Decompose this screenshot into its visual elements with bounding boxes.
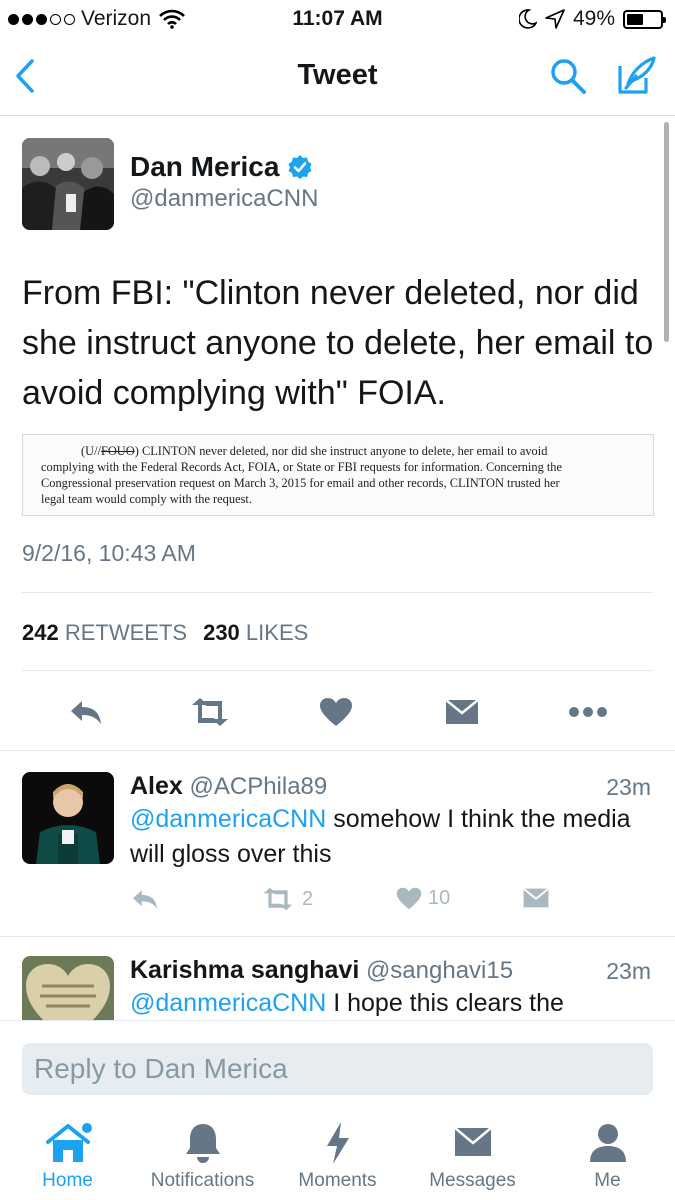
avatar[interactable] [22,772,114,864]
mention-link[interactable]: @danmericaCNN [130,805,326,833]
profile-photo [22,138,114,230]
reply-author-handle: @sanghavi15 [365,957,514,984]
scroll-indicator[interactable] [664,122,669,342]
heart-icon [320,698,352,726]
retweet-stat[interactable]: 242 RETWEETS [22,620,187,646]
reply-text: @danmericaCNN somehow I think the media … [130,805,631,868]
tab-home[interactable]: Home [0,1110,135,1200]
reply-list-clip: Karishma sanghavi @sanghavi15 23m @danme… [0,936,675,1020]
more-options-button[interactable] [566,690,610,734]
avatar[interactable] [22,138,114,230]
tab-label: Home [42,1170,93,1191]
divider [22,592,653,593]
lightning-icon [326,1122,349,1164]
reply-button[interactable] [130,887,160,911]
retweet-button[interactable] [188,690,232,734]
reply-icon [133,890,157,909]
divider [22,670,653,671]
document-line: (U//FOUO) CLINTON never deleted, nor did… [81,444,548,458]
profile-photo [22,956,114,1020]
document-line: complying with the Federal Records Act, … [41,460,562,474]
reply-icon [71,701,101,724]
reply-author-name: Karishma sanghavi [130,956,360,984]
reply-author[interactable]: Karishma sanghavi @sanghavi15 [130,956,513,985]
verified-badge-icon [288,155,312,179]
navigation-bar: Tweet [0,38,675,116]
envelope-icon [453,1127,492,1156]
moon-icon [518,9,537,29]
heart-icon [396,887,422,910]
compose-tweet-icon[interactable] [614,54,658,98]
battery-icon [623,9,666,29]
reply-tweet[interactable]: Karishma sanghavi @sanghavi15 23m @danme… [0,936,675,1020]
like-label: LIKES [245,620,309,645]
status-bar: Verizon 11:07 AM 49% [0,0,675,38]
like-count: 230 [203,620,240,645]
tab-me[interactable]: Me [540,1110,675,1200]
tab-label: Messages [429,1170,516,1191]
tab-notifications[interactable]: Notifications [135,1110,270,1200]
tweet-timestamp: 9/2/16, 10:43 AM [22,540,196,566]
like-button[interactable]: 10 [396,887,450,910]
envelope-icon [445,699,479,724]
document-line: legal team would comply with the request… [41,492,252,506]
tab-label: Me [594,1170,621,1191]
retweet-icon [192,698,228,726]
envelope-icon [522,887,550,908]
profile-photo [22,772,114,864]
reply-actions: 2 10 [130,887,560,917]
tab-moments[interactable]: Moments [270,1110,405,1200]
author-name[interactable]: Dan Merica [130,151,279,183]
bell-icon [185,1124,220,1163]
search-icon[interactable] [548,56,588,96]
reply-author[interactable]: Alex @ACPhila89 [130,772,327,801]
reply-author-handle: @ACPhila89 [189,773,328,800]
reply-time: 23m [606,774,651,800]
document-line: Congressional preservation request on Ma… [41,476,560,490]
tweet-actions [0,690,675,734]
tweet-text: From FBI: "Clinton never deleted, nor di… [22,274,654,412]
tab-messages[interactable]: Messages [405,1110,540,1200]
avatar[interactable] [22,956,114,1020]
more-dots-icon [569,707,607,717]
like-button[interactable] [314,690,358,734]
author-name-row[interactable]: Dan Merica [130,151,313,183]
retweet-count: 2 [302,887,314,910]
like-stat[interactable]: 230 LIKES [203,620,308,646]
reply-button[interactable] [64,690,108,734]
reply-author-name: Alex [130,772,183,800]
reply-time: 23m [606,958,651,984]
home-icon [45,1123,92,1162]
retweet-button[interactable]: 2 [260,887,313,911]
tab-bar: Home Notifications Moments Messages Me [0,1110,675,1200]
like-count: 10 [428,887,451,909]
mention-link[interactable]: @danmericaCNN [130,989,326,1017]
tweet-stats: 242 RETWEETS 230 LIKES [22,620,308,646]
direct-message-button[interactable] [440,690,484,734]
reply-input[interactable]: Reply to Dan Merica [22,1043,653,1095]
tab-label: Moments [298,1170,377,1191]
battery-percent: 49% [572,7,615,30]
reply-tweet[interactable]: Alex @ACPhila89 23m @danmericaCNN someho… [0,750,675,936]
tweet-document-image[interactable]: (U//FOUO) CLINTON never deleted, nor did… [22,434,654,516]
direct-message-button[interactable] [522,887,550,909]
tab-label: Notifications [150,1170,255,1191]
location-arrow-icon [545,9,565,29]
person-icon [589,1124,626,1162]
reply-composer-bar: Reply to Dan Merica [0,1020,675,1110]
author-handle[interactable]: @danmericaCNN [130,185,318,213]
retweet-label: RETWEETS [64,620,188,645]
reply-text: @danmericaCNN I hope this clears the [130,989,564,1017]
retweet-count: 242 [22,620,59,645]
retweet-icon [263,887,293,911]
